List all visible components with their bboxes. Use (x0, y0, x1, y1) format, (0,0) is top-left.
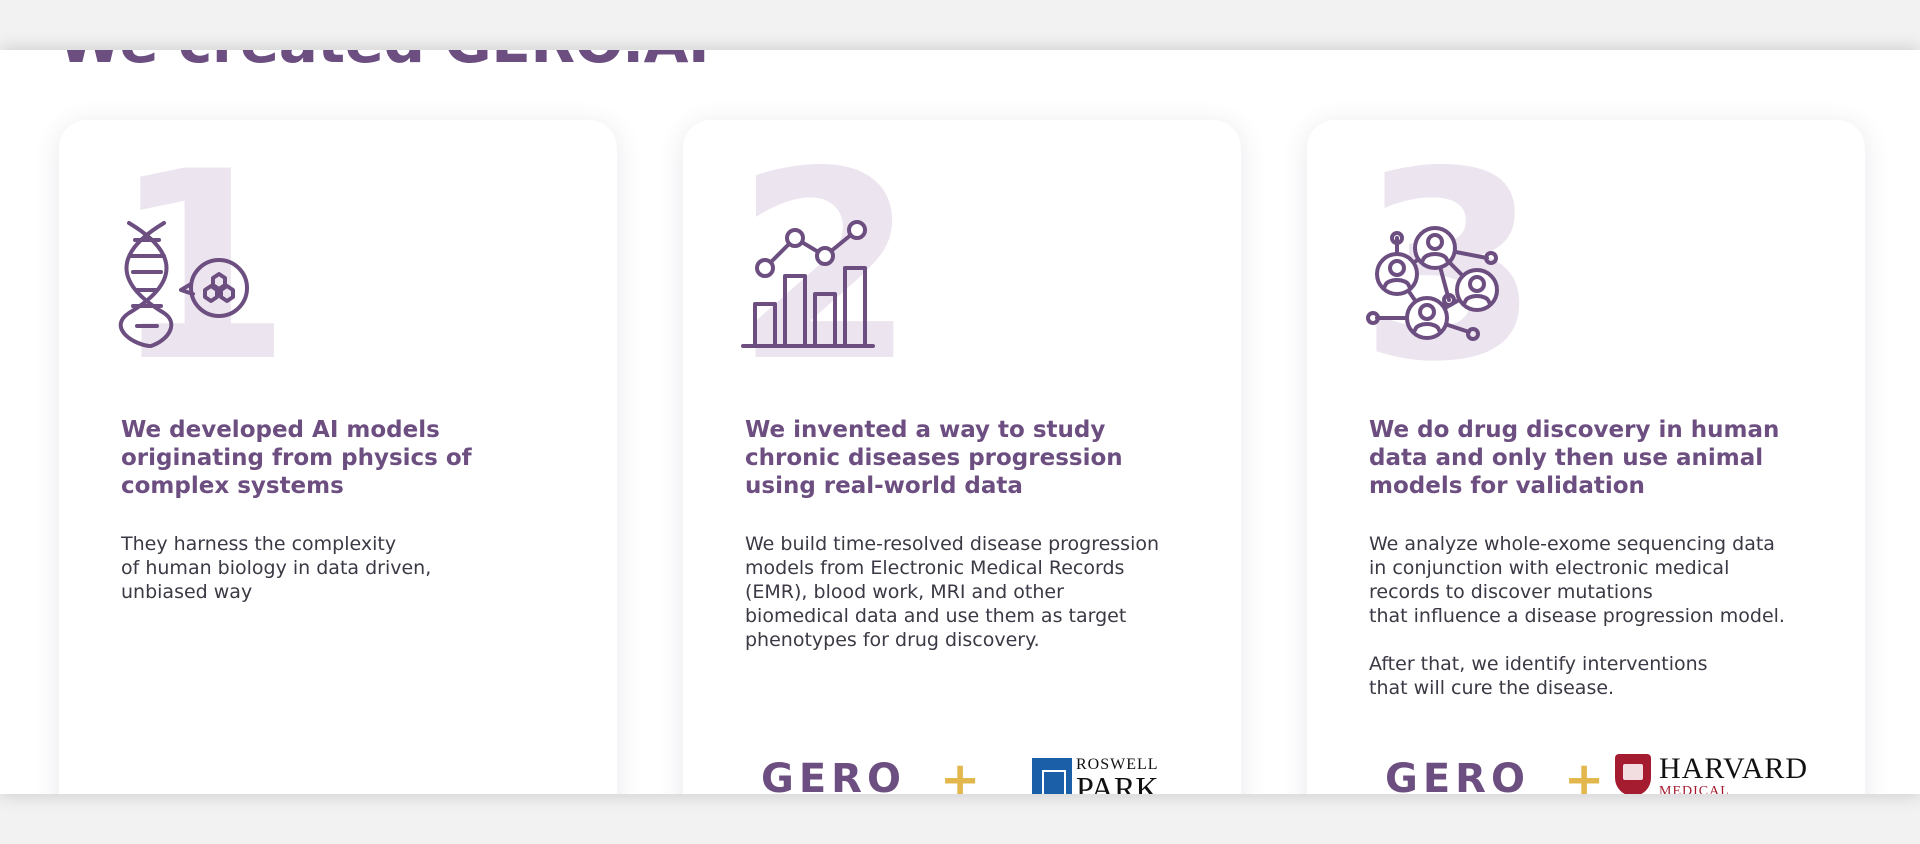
gero-logo: GERO (1385, 756, 1530, 794)
partner-logos: GERO + HARVARD MEDICAL SCHOOL (1307, 752, 1865, 794)
harvard-shield-icon (1615, 754, 1651, 794)
plus-sign: + (1564, 752, 1605, 794)
partner-logos: GERO + ROSWELL PARK (683, 752, 1241, 794)
plus-sign: + (940, 752, 981, 794)
card-text: We build time-resolved disease progressi… (745, 533, 1160, 651)
section-heading: We created GERO.AI (58, 50, 710, 76)
card-title: We developed AI models originating from … (121, 417, 472, 499)
card-text: We analyze whole-exome sequencing data i… (1369, 533, 1785, 699)
roswell-building-icon (1032, 758, 1072, 794)
growth-chart-icon (741, 220, 875, 348)
card-text: They harness the complexity of human bio… (121, 533, 432, 603)
people-network-icon (1366, 226, 1499, 341)
dna-molecule-icon (118, 221, 249, 348)
card-title: We invented a way to study chronic disea… (745, 417, 1123, 499)
feature-card-3: 3 We do drug discovery in human data and… (1307, 120, 1865, 794)
gero-logo: GERO (761, 756, 906, 794)
card-title: We do drug discovery in human data and o… (1369, 417, 1780, 499)
feature-card-1: 1 We developed AI models originating fro… (59, 120, 617, 794)
feature-card-2: 2 We invented a way to study chronic dis… (683, 120, 1241, 794)
content-viewport[interactable]: We created GERO.AI 1 We developed AI mod… (0, 50, 1920, 794)
